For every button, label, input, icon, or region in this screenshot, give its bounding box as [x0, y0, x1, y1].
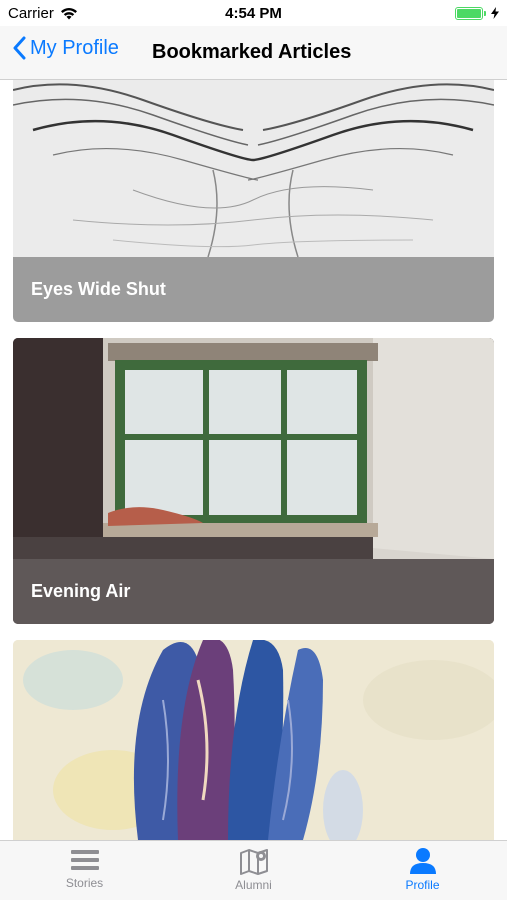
wrinkled-face-sketch-image [13, 80, 494, 257]
article-title: Eyes Wide Shut [13, 257, 494, 322]
status-time: 4:54 PM [225, 5, 282, 22]
window-photo-image [13, 338, 494, 559]
tab-stories[interactable]: Stories [0, 841, 169, 901]
article-card-evening-air[interactable]: Evening Air [13, 338, 494, 624]
tab-stories-label: Stories [65, 876, 104, 890]
chevron-left-icon [13, 36, 26, 60]
tab-profile[interactable]: Profile [338, 841, 507, 901]
back-button-label: My Profile [30, 36, 119, 59]
page-title: Bookmarked Articles [152, 41, 352, 63]
article-card-eyes-wide-shut[interactable]: Eyes Wide Shut [13, 80, 494, 322]
person-icon [409, 848, 436, 874]
bookmarked-articles-list[interactable]: Eyes Wide Shut Evening Air [0, 80, 507, 840]
tab-profile-label: Profile [405, 878, 440, 892]
article-card-watercolor[interactable] [13, 640, 494, 840]
watercolor-painting-image [13, 640, 494, 840]
tab-alumni[interactable]: Alumni [169, 841, 338, 901]
map-icon [239, 849, 268, 875]
tab-alumni-label: Alumni [235, 878, 272, 892]
navigation-bar: My Profile Bookmarked Articles [0, 26, 507, 80]
back-button[interactable]: My Profile [12, 36, 119, 60]
article-title: Evening Air [13, 559, 494, 624]
list-icon [70, 850, 99, 870]
status-bar: Carrier 4:54 PM [0, 0, 507, 26]
tab-bar: Stories Alumni Profile [0, 840, 507, 900]
battery-icon [455, 6, 486, 20]
